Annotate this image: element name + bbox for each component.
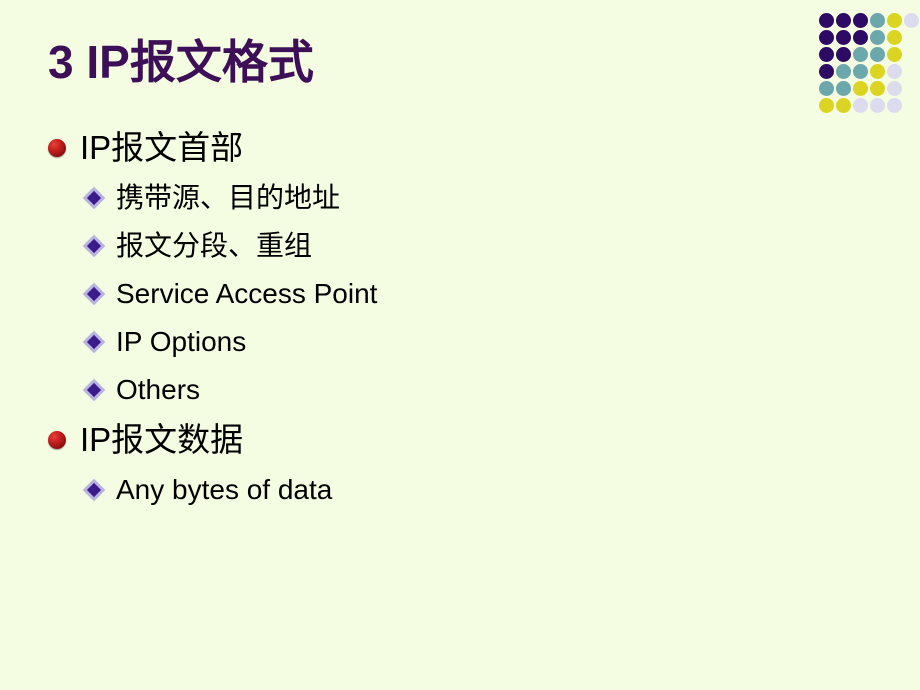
dot-1-5 xyxy=(903,29,920,46)
list-item-label: IP Options xyxy=(116,325,247,357)
list-item: Others xyxy=(82,366,808,414)
dot-0-1 xyxy=(835,12,852,29)
list-item: IP报文数据 xyxy=(48,414,808,466)
red-sphere-bullet-icon xyxy=(48,139,66,157)
dot-5-5 xyxy=(903,97,920,114)
dot-4-0 xyxy=(818,80,835,97)
purple-diamond-bullet-icon xyxy=(82,282,106,306)
dot-1-2 xyxy=(852,29,869,46)
dot-2-2 xyxy=(852,46,869,63)
dot-0-4 xyxy=(886,12,903,29)
dot-2-0 xyxy=(818,46,835,63)
list-item: IP报文首部 xyxy=(48,122,808,174)
list-item-label: IP报文数据 xyxy=(80,420,244,458)
list-item-label: 携带源、目的地址 xyxy=(116,181,341,213)
dot-3-5 xyxy=(903,63,920,80)
dot-5-3 xyxy=(869,97,886,114)
dot-4-2 xyxy=(852,80,869,97)
dot-2-3 xyxy=(869,46,886,63)
list-item: 携带源、目的地址 xyxy=(82,174,808,222)
list-item-label: Service Access Point xyxy=(116,277,378,309)
dot-5-4 xyxy=(886,97,903,114)
list-item: 报文分段、重组 xyxy=(82,222,808,270)
dot-3-3 xyxy=(869,63,886,80)
list-item: IP Options xyxy=(82,318,808,366)
dot-2-1 xyxy=(835,46,852,63)
purple-diamond-bullet-icon xyxy=(82,234,106,258)
purple-diamond-bullet-icon xyxy=(82,330,106,354)
list-item: Any bytes of data xyxy=(82,466,808,514)
dot-5-2 xyxy=(852,97,869,114)
dot-4-3 xyxy=(869,80,886,97)
red-sphere-bullet-icon xyxy=(48,431,66,449)
list-item: Service Access Point xyxy=(82,270,808,318)
list-item-label: IP报文首部 xyxy=(80,128,244,166)
dot-2-4 xyxy=(886,46,903,63)
dot-0-0 xyxy=(818,12,835,29)
dot-4-1 xyxy=(835,80,852,97)
dot-1-1 xyxy=(835,29,852,46)
list-item-label: Others xyxy=(116,373,201,405)
dot-3-2 xyxy=(852,63,869,80)
dot-1-3 xyxy=(869,29,886,46)
purple-diamond-bullet-icon xyxy=(82,186,106,210)
dot-0-5 xyxy=(903,12,920,29)
dot-3-1 xyxy=(835,63,852,80)
dot-5-1 xyxy=(835,97,852,114)
bullet-list: IP报文首部携带源、目的地址 报文分段、重组 Service Access Poin… xyxy=(48,122,808,514)
dot-1-0 xyxy=(818,29,835,46)
dot-3-4 xyxy=(886,63,903,80)
dot-1-4 xyxy=(886,29,903,46)
dot-5-0 xyxy=(818,97,835,114)
purple-diamond-bullet-icon xyxy=(82,478,106,502)
dot-0-3 xyxy=(869,12,886,29)
dot-4-5 xyxy=(903,80,920,97)
purple-diamond-bullet-icon xyxy=(82,378,106,402)
dot-2-5 xyxy=(903,46,920,63)
slide-canvas: 3 IP报文格式 IP报文首部携带源、目的地址 报文分段、重组 Service Ac… xyxy=(0,0,920,690)
list-item-label: Any bytes of data xyxy=(116,473,333,505)
dot-4-4 xyxy=(886,80,903,97)
dot-3-0 xyxy=(818,63,835,80)
page-title: 3 IP报文格式 xyxy=(48,36,314,88)
list-item-label: 报文分段、重组 xyxy=(116,229,313,261)
dot-grid-decoration xyxy=(818,12,920,114)
dot-0-2 xyxy=(852,12,869,29)
